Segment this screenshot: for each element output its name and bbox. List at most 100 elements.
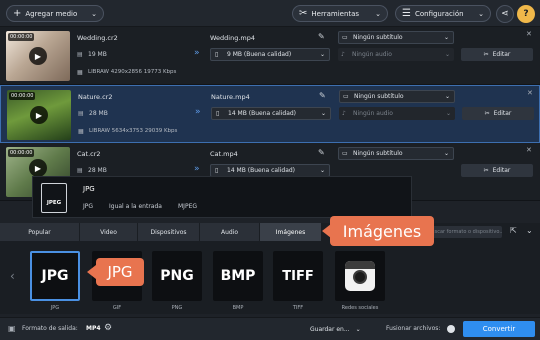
audio-value: Ningún audio: [352, 51, 392, 58]
quality-select[interactable]: ▯ 9 MB (Buena calidad) ⌄: [210, 48, 330, 61]
file-name: Cat.cr2: [77, 150, 101, 158]
file-name: Nature.cr2: [78, 93, 113, 101]
tab-video[interactable]: Video: [80, 223, 138, 241]
file-size: 28 MB: [88, 167, 107, 174]
subtitle-select[interactable]: ▭ Ningún subtítulo ⌄: [338, 147, 454, 160]
edit-button[interactable]: ✂ Editar: [461, 164, 533, 177]
tooltip-item[interactable]: MJPEG: [178, 203, 197, 210]
merge-files-toggle[interactable]: [447, 325, 455, 333]
file-icon: ▯: [216, 110, 220, 117]
add-media-button[interactable]: + Agregar medio ⌄: [6, 5, 104, 22]
format-png-glyph: PNG: [160, 268, 194, 284]
format-jpg-tile[interactable]: JPG: [30, 251, 80, 301]
chevron-down-icon: ⌄: [444, 93, 450, 100]
chevron-down-icon: ⌄: [375, 9, 381, 18]
merge-files-label: Fusionar archivos:: [386, 325, 441, 332]
play-icon[interactable]: ▶: [29, 159, 47, 177]
tab-devices[interactable]: Dispositivos: [138, 223, 200, 241]
output-format-label: Formato de salida:: [22, 325, 78, 332]
help-icon: ?: [523, 9, 529, 19]
collapse-icon[interactable]: ⌄: [526, 226, 533, 235]
quality-select[interactable]: ▯ 14 MB (Buena calidad) ⌄: [211, 107, 331, 120]
format-jpg-glyph: JPG: [41, 268, 69, 284]
output-format-value[interactable]: MP4: [86, 325, 101, 332]
scroll-left-icon[interactable]: ‹: [10, 269, 15, 283]
audio-select[interactable]: ♪ Ningún audio ⌄: [339, 107, 455, 120]
file-icon: ▯: [215, 167, 219, 174]
chevron-down-icon: ⌄: [91, 9, 97, 18]
file-size: 19 MB: [88, 51, 107, 58]
tooltip-item[interactable]: JPG: [83, 203, 93, 210]
chevron-down-icon: ⌄: [443, 34, 449, 41]
video-thumbnail[interactable]: 00:00:00 ▶: [7, 90, 71, 140]
play-icon[interactable]: ▶: [29, 47, 47, 65]
pencil-icon[interactable]: ✎: [318, 148, 325, 157]
format-png-tile[interactable]: PNG: [152, 251, 202, 301]
settings-icon: ☰: [402, 8, 411, 19]
share-button[interactable]: ⋖: [496, 5, 514, 23]
subtitle-select[interactable]: ▭ Ningún subtítulo ⌄: [339, 90, 455, 103]
remove-file-icon[interactable]: ✕: [526, 146, 532, 154]
pencil-icon[interactable]: ✎: [319, 91, 326, 100]
format-tooltip: JPEG JPG JPG Igual a la entrada MJPEG: [32, 176, 412, 218]
convert-arrow-icon: »: [194, 164, 200, 174]
format-tabs: Popular Video Dispositivos Audio Imágene…: [0, 223, 540, 241]
scissors-icon: ✂: [483, 51, 489, 58]
top-toolbar: + Agregar medio ⌄ ✂ Herramientas ⌄ ☰ Con…: [0, 0, 540, 27]
subtitle-value: Ningún subtítulo: [353, 150, 403, 157]
format-label: BMP: [232, 305, 244, 311]
quality-value: 9 MB (Buena calidad): [227, 51, 292, 58]
remove-file-icon[interactable]: ✕: [527, 89, 533, 97]
file-size-icon: ▤: [77, 167, 83, 174]
tools-button[interactable]: ✂ Herramientas ⌄: [292, 5, 388, 22]
file-name: Wedding.cr2: [77, 34, 118, 42]
format-bmp-glyph: BMP: [220, 268, 256, 284]
quality-value: 14 MB (Buena calidad): [228, 110, 297, 117]
images-tab-callout: Imágenes: [330, 216, 434, 246]
chevron-down-icon: ⌄: [319, 51, 325, 58]
audio-select[interactable]: ♪ Ningún audio ⌄: [338, 48, 454, 61]
share-icon: ⋖: [501, 9, 509, 19]
export-icon[interactable]: ⇱: [510, 226, 517, 235]
tab-audio[interactable]: Audio: [200, 223, 260, 241]
chevron-down-icon: ⌄: [444, 51, 450, 58]
convert-arrow-icon: »: [194, 48, 200, 58]
images-tab-callout-text: Imágenes: [342, 221, 422, 241]
video-thumbnail[interactable]: 00:00:00 ▶: [6, 31, 70, 81]
jpg-format-callout: JPG: [96, 258, 144, 286]
callout-pointer: [322, 224, 331, 238]
chevron-down-icon: ⌄: [320, 110, 326, 117]
format-label: PNG: [171, 305, 183, 311]
chevron-down-icon: ⌄: [319, 167, 325, 174]
jpg-format-callout-text: JPG: [107, 263, 133, 281]
remove-file-icon[interactable]: ✕: [526, 30, 532, 38]
settings-button[interactable]: ☰ Configuración ⌄: [395, 5, 491, 22]
edit-button[interactable]: ✂ Editar: [462, 107, 534, 120]
file-row-selected[interactable]: 00:00:00 ▶ Nature.cr2 ▤ 28 MB ▦ LIBRAW 5…: [0, 85, 540, 143]
tooltip-item[interactable]: Igual a la entrada: [109, 203, 162, 210]
tooltip-title: JPG: [83, 185, 95, 193]
subtitle-select[interactable]: ▭ Ningún subtítulo ⌄: [338, 31, 454, 44]
plus-icon: +: [13, 8, 22, 19]
tab-popular[interactable]: Popular: [0, 223, 80, 241]
edit-button[interactable]: ✂ Editar: [461, 48, 533, 61]
help-button[interactable]: ?: [517, 5, 535, 23]
format-tiff-tile[interactable]: TIFF: [273, 251, 323, 301]
edit-label: Editar: [492, 167, 511, 174]
tab-images[interactable]: Imágenes: [260, 223, 322, 241]
gear-icon[interactable]: ⚙: [104, 323, 112, 333]
timecode-badge: 00:00:00: [8, 149, 35, 157]
settings-label: Configuración: [414, 9, 464, 18]
convert-button[interactable]: Convertir: [463, 321, 535, 337]
format-social-tile[interactable]: [335, 251, 385, 301]
jpeg-file-icon: JPEG: [41, 183, 67, 213]
pencil-icon[interactable]: ✎: [318, 32, 325, 41]
chevron-down-icon: ⌄: [355, 326, 361, 333]
play-icon[interactable]: ▶: [30, 106, 48, 124]
format-bmp-tile[interactable]: BMP: [213, 251, 263, 301]
audio-value: Ningún audio: [353, 110, 393, 117]
format-label: TIFF: [292, 305, 304, 311]
format-label: JPG: [50, 305, 60, 311]
save-to-select[interactable]: Guardar en... ⌄: [310, 323, 380, 336]
file-row[interactable]: 00:00:00 ▶ Wedding.cr2 ▤ 19 MB ▦ LIBRAW …: [0, 27, 540, 85]
